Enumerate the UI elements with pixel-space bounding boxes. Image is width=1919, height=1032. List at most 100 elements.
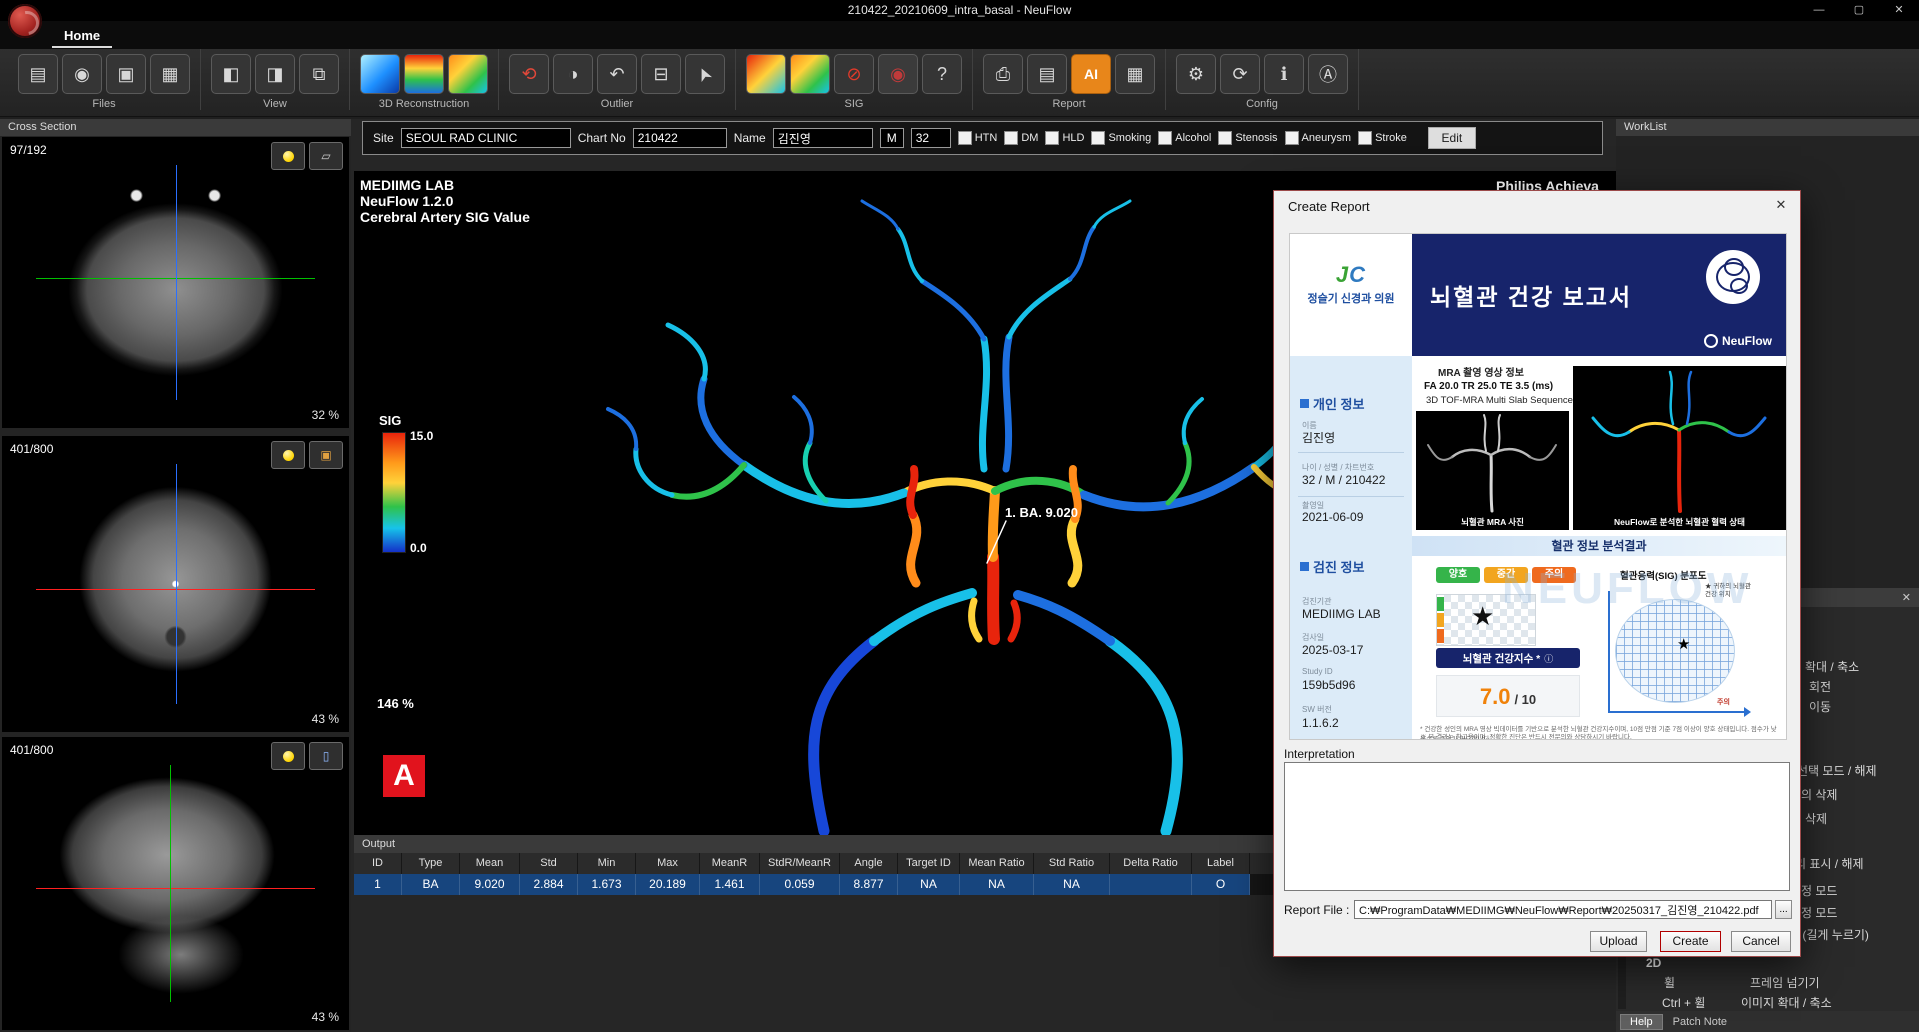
sig-point-icon[interactable]: ◉ bbox=[878, 54, 918, 94]
minimize-icon[interactable]: — bbox=[1799, 0, 1839, 21]
about-icon[interactable]: Ⓐ bbox=[1308, 54, 1348, 94]
browse-button[interactable]: ... bbox=[1775, 900, 1792, 919]
report-settings-icon[interactable]: ▦ bbox=[1115, 54, 1155, 94]
col-delta-ratio: Delta Ratio bbox=[1110, 853, 1192, 874]
toolbar-group-config: ⚙ ⟳ ℹ Ⓐ Config bbox=[1166, 49, 1359, 110]
flag-label-dm: DM bbox=[1021, 132, 1038, 144]
cell-label: O bbox=[1192, 874, 1250, 895]
close-icon[interactable]: ✕ bbox=[1772, 197, 1790, 213]
neuflow-analysis-image bbox=[1573, 366, 1786, 515]
vessel-annotation[interactable]: 1. BA. 9.020 bbox=[1005, 505, 1078, 520]
interpretation-label: Interpretation bbox=[1284, 747, 1355, 761]
cell-stdr-meanr: 0.059 bbox=[760, 874, 840, 895]
name-input[interactable] bbox=[773, 128, 873, 148]
orientation-icon[interactable]: ▱ bbox=[309, 142, 343, 170]
checkbox-stenosis[interactable] bbox=[1218, 131, 1232, 145]
create-button[interactable]: Create bbox=[1660, 931, 1721, 952]
sig-off-icon[interactable]: ⊘ bbox=[834, 54, 874, 94]
neuflow-logo: NeuFlow bbox=[1704, 334, 1772, 348]
report-preview: JC 정슬기 신경과 의원 뇌혈관 건강 보고서 NeuFlow 개인 정보 이… bbox=[1289, 233, 1787, 740]
age-input[interactable] bbox=[911, 128, 951, 148]
sig-measure-icon[interactable] bbox=[790, 54, 830, 94]
sig-distribution-chart: ★ ★ 귀하의 뇌혈관 건강 위치 주의 bbox=[1605, 583, 1752, 724]
shortcut-toggle-display: 리 표시 / 해제 bbox=[1795, 855, 1864, 872]
cell-max: 20.189 bbox=[636, 874, 700, 895]
vessel-view-icon[interactable] bbox=[360, 54, 400, 94]
sig-vessel-icon[interactable] bbox=[746, 54, 786, 94]
col-target-id: Target ID bbox=[898, 853, 960, 874]
upload-button[interactable]: Upload bbox=[1590, 931, 1647, 952]
record-icon[interactable]: ◉ bbox=[62, 54, 102, 94]
undo-icon[interactable]: ↶ bbox=[597, 54, 637, 94]
name-label: Name bbox=[734, 131, 766, 145]
checkbox-stroke[interactable] bbox=[1358, 131, 1372, 145]
bulb-icon[interactable] bbox=[271, 441, 305, 469]
cell-id: 1 bbox=[354, 874, 402, 895]
checkbox-aneurysm[interactable] bbox=[1285, 131, 1299, 145]
sig-help-icon[interactable]: ? bbox=[922, 54, 962, 94]
slice-indicator: 401/800 bbox=[10, 442, 53, 456]
view-layout-icon[interactable]: ⧉ bbox=[299, 54, 339, 94]
cancel-button[interactable]: Cancel bbox=[1731, 931, 1791, 952]
reset-icon[interactable]: ⟲ bbox=[509, 54, 549, 94]
print-icon[interactable]: ⎙ bbox=[983, 54, 1023, 94]
flag-label-aneurysm: Aneurysm bbox=[1302, 132, 1352, 144]
chart-input[interactable] bbox=[633, 128, 727, 148]
report-sw-version: 1.1.6.2 bbox=[1302, 716, 1339, 730]
toolbar: ▤ ◉ ▣ ▦ Files ◧ ◨ ⧉ View 3D Reconstructi… bbox=[0, 49, 1919, 117]
cursor-select-icon[interactable]: ➤ bbox=[685, 54, 725, 94]
sig-scale-label: SIG bbox=[379, 413, 401, 428]
close-icon[interactable]: ✕ bbox=[1902, 591, 1911, 604]
close-icon[interactable]: ✕ bbox=[1879, 0, 1919, 21]
info-icon[interactable]: ℹ bbox=[1264, 54, 1304, 94]
flag-label-smoking: Smoking bbox=[1108, 132, 1151, 144]
contrast-icon[interactable]: ◑ bbox=[553, 54, 593, 94]
view-axial-icon[interactable]: ◧ bbox=[211, 54, 251, 94]
person-icon bbox=[1300, 399, 1309, 408]
delete-icon[interactable]: ⊟ bbox=[641, 54, 681, 94]
bulb-icon[interactable] bbox=[271, 742, 305, 770]
crosshair-vertical bbox=[176, 464, 177, 704]
sex-input[interactable] bbox=[880, 128, 904, 148]
sagittal-view[interactable]: 401/800 ▯ 43 % bbox=[2, 737, 349, 1030]
interpretation-textarea[interactable] bbox=[1284, 762, 1790, 891]
vessel-color-map-icon[interactable] bbox=[404, 54, 444, 94]
help-button[interactable]: Help bbox=[1620, 1014, 1663, 1030]
update-icon[interactable]: ⟳ bbox=[1220, 54, 1260, 94]
orientation-icon[interactable]: ▣ bbox=[309, 441, 343, 469]
bulb-icon[interactable] bbox=[271, 142, 305, 170]
save-icon[interactable]: ▣ bbox=[106, 54, 146, 94]
toolbar-label-outlier: Outlier bbox=[509, 98, 725, 110]
ai-report-icon[interactable]: AI bbox=[1071, 54, 1111, 94]
coronal-view[interactable]: 401/800 ▣ 43 % bbox=[2, 436, 349, 732]
checkbox-alcohol[interactable] bbox=[1158, 131, 1172, 145]
report-document-icon[interactable]: ▤ bbox=[1027, 54, 1067, 94]
chart-legend: ★ 귀하의 뇌혈관 건강 위치 bbox=[1705, 583, 1753, 600]
edit-button[interactable]: Edit bbox=[1428, 127, 1476, 149]
report-file-path-input[interactable] bbox=[1354, 900, 1772, 919]
toolbar-label-report: Report bbox=[983, 98, 1155, 110]
zoom-percent: 43 % bbox=[312, 712, 339, 726]
gear-icon[interactable]: ⚙ bbox=[1176, 54, 1216, 94]
site-input[interactable] bbox=[401, 128, 571, 148]
vessel-reconstruction-icon[interactable] bbox=[448, 54, 488, 94]
tab-home[interactable]: Home bbox=[52, 26, 112, 48]
maximize-icon[interactable]: ▢ bbox=[1839, 0, 1879, 21]
patch-note-link[interactable]: Patch Note bbox=[1673, 1016, 1727, 1028]
org-label: 검진기관 bbox=[1302, 596, 1331, 607]
dicom-stack-icon[interactable]: ▤ bbox=[18, 54, 58, 94]
shortcut-select-mode: 선택 모드 / 해제 bbox=[1797, 762, 1877, 779]
orientation-icon[interactable]: ▯ bbox=[309, 742, 343, 770]
checkbox-htn[interactable] bbox=[958, 131, 972, 145]
cell-delta-ratio bbox=[1110, 874, 1192, 895]
checkbox-smoking[interactable] bbox=[1091, 131, 1105, 145]
col-max: Max bbox=[636, 853, 700, 874]
sagittal-mri-image bbox=[36, 765, 315, 1002]
site-label: Site bbox=[373, 131, 394, 145]
view-coronal-icon[interactable]: ◨ bbox=[255, 54, 295, 94]
axial-view[interactable]: 97/192 ▱ 32 % bbox=[2, 137, 349, 428]
checkbox-hld[interactable] bbox=[1045, 131, 1059, 145]
save-as-icon[interactable]: ▦ bbox=[150, 54, 190, 94]
zoom-percent: 32 % bbox=[312, 408, 339, 422]
checkbox-dm[interactable] bbox=[1004, 131, 1018, 145]
